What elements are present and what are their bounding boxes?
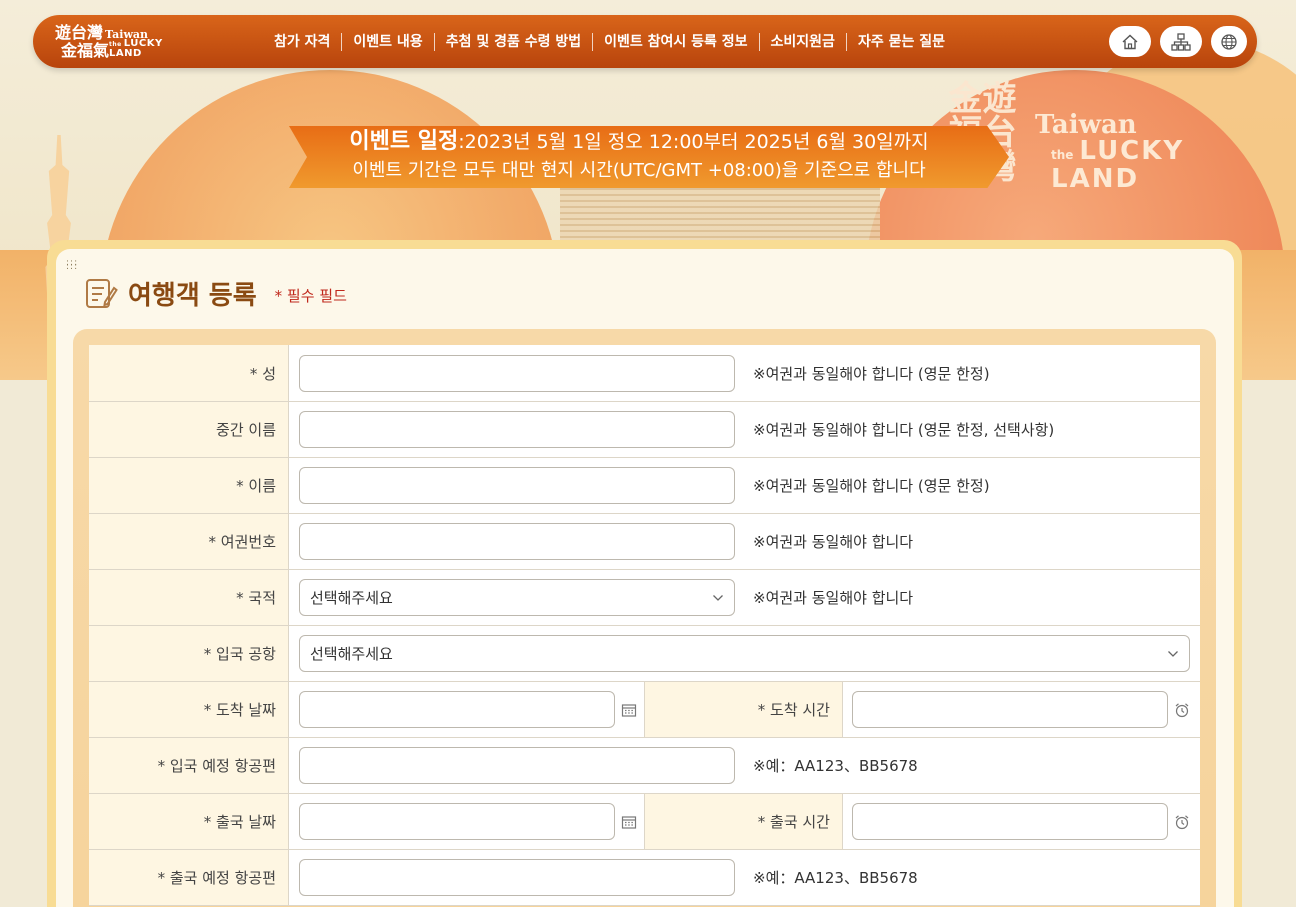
brand-logo[interactable]: 遊台灣 金福氣 Taiwan the LUCKY LAND xyxy=(53,21,163,63)
departure-split: * 출국 시간 xyxy=(289,794,1200,849)
form-row-arrival: * 도착 날짜 * 도착 시간 xyxy=(89,682,1200,738)
last-name-label: * 성 xyxy=(89,345,289,401)
entry-airport-select[interactable]: 선택해주세요 xyxy=(299,635,1190,672)
brand-logo-zh1: 遊台灣 xyxy=(55,23,104,42)
form-row-departure: * 출국 날짜 * 출국 시간 xyxy=(89,794,1200,850)
departure-date-label: * 출국 날짜 xyxy=(89,794,289,849)
first-name-label: * 이름 xyxy=(89,458,289,513)
last-name-cell: ※여권과 동일해야 합니다 (영문 한정) xyxy=(289,345,1200,401)
departure-time-cell xyxy=(843,794,1200,849)
header-buttons xyxy=(1109,26,1247,57)
home-icon xyxy=(1122,34,1138,49)
first-name-input[interactable] xyxy=(299,467,735,504)
arrival-date-input[interactable] xyxy=(299,691,615,728)
departure-flight-label: * 출국 예정 항공편 xyxy=(89,850,289,905)
chevron-down-icon xyxy=(713,594,723,601)
nationality-label: * 국적 xyxy=(89,570,289,625)
hero-logo-the: the xyxy=(1051,148,1074,162)
first-name-cell: ※여권과 동일해야 합니다 (영문 한정) xyxy=(289,458,1200,513)
passport-number-hint: ※여권과 동일해야 합니다 xyxy=(753,533,914,551)
departure-flight-cell: ※예：AA123、BB5678 xyxy=(289,850,1200,905)
hero-logo-lucky: LUCKY xyxy=(1079,136,1185,166)
arrival-time-input[interactable] xyxy=(852,691,1168,728)
entry-flight-hint: ※예：AA123、BB5678 xyxy=(753,757,918,775)
middle-name-input[interactable] xyxy=(299,411,735,448)
main-nav: 참가 자격 이벤트 내용 추첨 및 경품 수령 방법 이벤트 참여시 등록 정보… xyxy=(263,15,956,68)
middle-name-label: 중간 이름 xyxy=(89,402,289,457)
sitemap-icon xyxy=(1171,32,1191,51)
banner-timezone-note: 이벤트 기간은 모두 대만 현지 시간(UTC/GMT +08:00)을 기준으… xyxy=(352,160,926,181)
banner-schedule-line: 이벤트 일정:2023년 5월 1일 정오 12:00부터 2025년 6월 3… xyxy=(289,128,989,156)
brand-logo-the: the xyxy=(109,41,122,48)
calendar-icon[interactable] xyxy=(621,814,637,830)
last-name-hint: ※여권과 동일해야 합니다 (영문 한정) xyxy=(753,364,990,383)
arrival-time-cell xyxy=(843,682,1200,737)
middle-name-hint: ※여권과 동일해야 합니다 (영문 한정, 선택사항) xyxy=(753,421,1055,439)
arrival-split: * 도착 시간 xyxy=(289,682,1200,737)
entry-airport-label: * 입국 공항 xyxy=(89,626,289,681)
entry-flight-cell: ※예：AA123、BB5678 xyxy=(289,738,1200,793)
form-row-departure-flight: * 출국 예정 항공편 ※예：AA123、BB5678 xyxy=(89,850,1200,906)
nav-eligibility[interactable]: 참가 자격 xyxy=(263,33,341,51)
globe-icon xyxy=(1221,33,1237,50)
form-row-entry-airport: * 입국 공항 선택해주세요 xyxy=(89,626,1200,682)
last-name-input[interactable] xyxy=(299,354,735,392)
brand-logo-zh2: 金福氣 xyxy=(61,41,110,60)
departure-date-input[interactable] xyxy=(299,803,615,840)
arrival-date-cell xyxy=(289,682,645,737)
form-row-first-name: * 이름 ※여권과 동일해야 합니다 (영문 한정) xyxy=(89,458,1200,514)
form-row-last-name: * 성 ※여권과 동일해야 합니다 (영문 한정) xyxy=(89,345,1200,402)
middle-name-cell: ※여권과 동일해야 합니다 (영문 한정, 선택사항) xyxy=(289,402,1200,457)
entry-airport-cell: 선택해주세요 xyxy=(289,626,1200,681)
drag-handle-icon: :::::: xyxy=(66,258,79,272)
form-title-area: 여행객 등록 * 필수 필드 xyxy=(84,276,347,311)
calendar-icon[interactable] xyxy=(621,702,637,718)
form-row-entry-flight: * 입국 예정 항공편 ※예：AA123、BB5678 xyxy=(89,738,1200,794)
entry-flight-input[interactable] xyxy=(299,747,735,784)
sitemap-button[interactable] xyxy=(1160,26,1202,57)
hero-logo-en-line2: the LUCKY xyxy=(1051,136,1184,166)
alarm-clock-icon[interactable] xyxy=(1174,814,1190,830)
form-row-middle-name: 중간 이름 ※여권과 동일해야 합니다 (영문 한정, 선택사항) xyxy=(89,402,1200,458)
nav-faq[interactable]: 자주 묻는 질문 xyxy=(845,32,956,51)
form-row-nationality: * 국적 선택해주세요 ※여권과 동일해야 합니다 xyxy=(89,570,1200,626)
entry-airport-select-value: 선택해주세요 xyxy=(310,645,393,663)
banner-schedule-text: :2023년 5월 1일 정오 12:00부터 2025년 6월 30일까지 xyxy=(458,131,929,153)
departure-flight-input[interactable] xyxy=(299,859,735,896)
brand-logo-en3: LAND xyxy=(109,48,142,59)
nav-consumption-subsidy[interactable]: 소비지원금 xyxy=(758,32,846,51)
nav-event-details[interactable]: 이벤트 내용 xyxy=(341,32,433,51)
home-button[interactable] xyxy=(1109,26,1151,57)
form-row-passport-number: * 여권번호 ※여권과 동일해야 합니다 xyxy=(89,514,1200,570)
departure-time-label: * 출국 시간 xyxy=(645,794,843,849)
required-field-note: * 필수 필드 xyxy=(274,286,347,305)
language-button[interactable] xyxy=(1211,26,1247,57)
nav-registration-info[interactable]: 이벤트 참여시 등록 정보 xyxy=(592,32,758,51)
chevron-down-icon xyxy=(1168,650,1178,657)
nationality-hint: ※여권과 동일해야 합니다 xyxy=(753,589,914,607)
passport-number-input[interactable] xyxy=(299,523,735,560)
first-name-hint: ※여권과 동일해야 합니다 (영문 한정) xyxy=(753,477,990,495)
arrival-date-label: * 도착 날짜 xyxy=(89,682,289,737)
nav-draw-and-prize[interactable]: 추첨 및 경품 수령 방법 xyxy=(433,32,592,51)
event-schedule-banner: 이벤트 일정:2023년 5월 1일 정오 12:00부터 2025년 6월 3… xyxy=(289,126,1009,188)
nationality-cell: 선택해주세요 ※여권과 동일해야 합니다 xyxy=(289,570,1200,625)
hero-logo-en-line3: LAND xyxy=(1051,164,1140,194)
departure-flight-hint: ※예：AA123、BB5678 xyxy=(753,869,918,887)
alarm-clock-icon[interactable] xyxy=(1174,702,1190,718)
traveler-registration-form: * 성 ※여권과 동일해야 합니다 (영문 한정) 중간 이름 ※여권과 동일해… xyxy=(89,345,1200,906)
nationality-select[interactable]: 선택해주세요 xyxy=(299,579,735,616)
passport-number-cell: ※여권과 동일해야 합니다 xyxy=(289,514,1200,569)
passport-number-label: * 여권번호 xyxy=(89,514,289,569)
departure-date-cell xyxy=(289,794,645,849)
entry-flight-label: * 입국 예정 항공편 xyxy=(89,738,289,793)
banner-schedule-label: 이벤트 일정 xyxy=(349,129,459,154)
stripe-decoration xyxy=(560,188,880,243)
nationality-select-value: 선택해주세요 xyxy=(310,589,393,607)
registration-form-icon xyxy=(86,279,118,308)
top-navigation-bar: 遊台灣 金福氣 Taiwan the LUCKY LAND 참가 자격 이벤트 내… xyxy=(33,15,1257,68)
departure-time-input[interactable] xyxy=(852,803,1168,840)
arrival-time-label: * 도착 시간 xyxy=(645,682,843,737)
form-title: 여행객 등록 xyxy=(128,280,257,311)
